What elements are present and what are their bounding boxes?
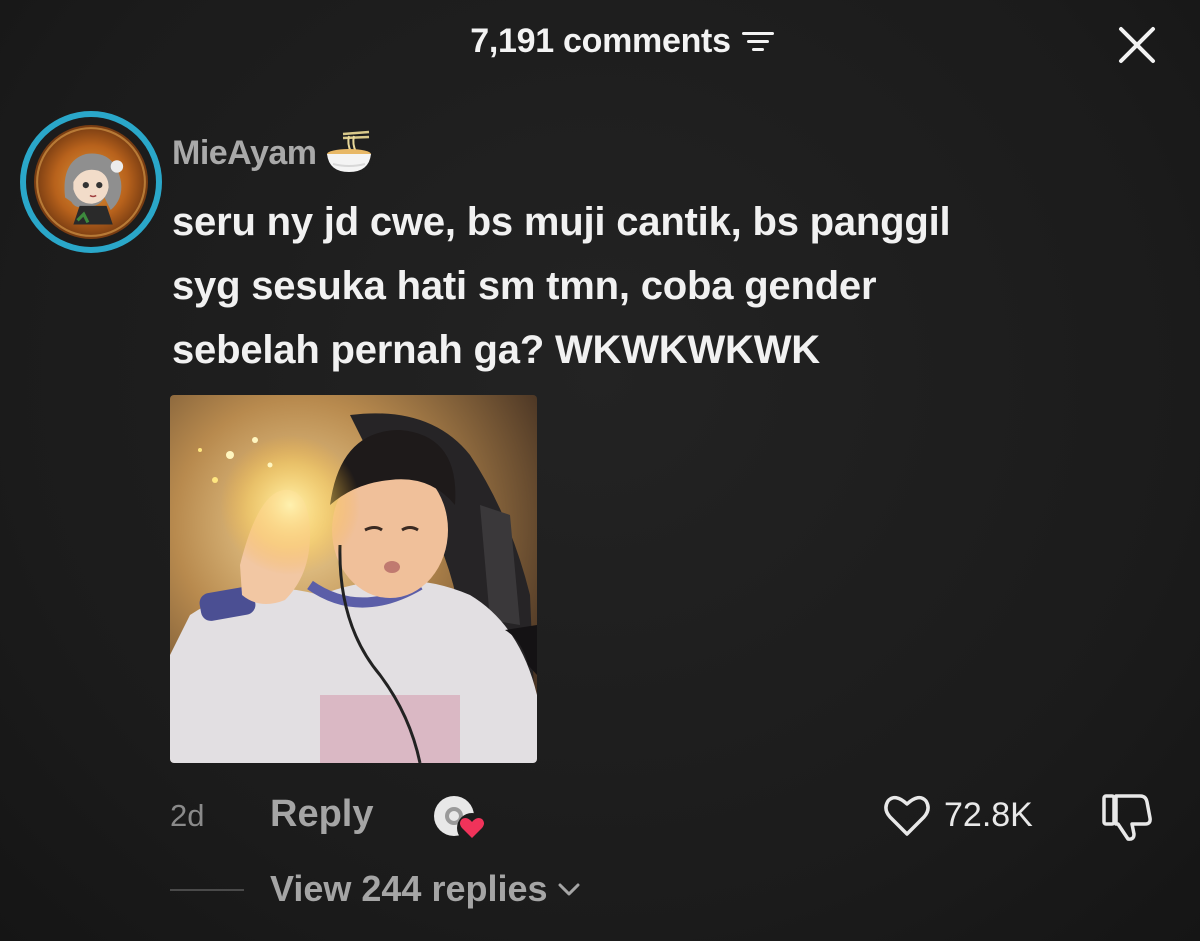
view-replies-button[interactable]: View 244 replies — [270, 868, 582, 910]
comment-text: seru ny jd cwe, bs muji cantik, bs pangg… — [172, 190, 1132, 382]
like-count: 72.8K — [944, 795, 1033, 834]
close-icon — [1119, 27, 1155, 63]
comment-line: syg sesuka hati sm tmn, coba gender — [172, 264, 877, 308]
view-replies-label: View 244 replies — [270, 868, 548, 909]
chevron-down-icon — [558, 883, 580, 896]
close-button[interactable] — [1114, 22, 1160, 68]
comment-line: sebelah pernah ga? WKWKWKWK — [172, 328, 820, 372]
comments-sheet: 7,191 comments MieAyam seru ny jd cwe, b… — [0, 0, 1200, 941]
creator-liked-icon — [434, 796, 487, 843]
comments-header: 7,191 comments — [0, 22, 1200, 61]
avatar[interactable] — [20, 111, 162, 253]
heart-icon — [884, 795, 930, 836]
thumbs-down-icon[interactable] — [1100, 790, 1154, 842]
attached-image[interactable] — [170, 395, 537, 763]
username[interactable]: MieAyam — [172, 134, 317, 173]
comments-count: 7,191 comments — [470, 22, 731, 60]
username-row[interactable]: MieAyam — [172, 130, 373, 176]
noodle-bowl-icon — [326, 130, 371, 172]
reply-button[interactable]: Reply — [270, 793, 373, 836]
comment-line: seru ny jd cwe, bs muji cantik, bs pangg… — [172, 200, 951, 244]
filter-icon[interactable] — [741, 29, 775, 55]
like-button[interactable]: 72.8K — [882, 792, 1033, 838]
avatar-image — [34, 125, 148, 239]
replies-divider — [170, 889, 244, 891]
comment-timestamp: 2d — [170, 798, 205, 833]
